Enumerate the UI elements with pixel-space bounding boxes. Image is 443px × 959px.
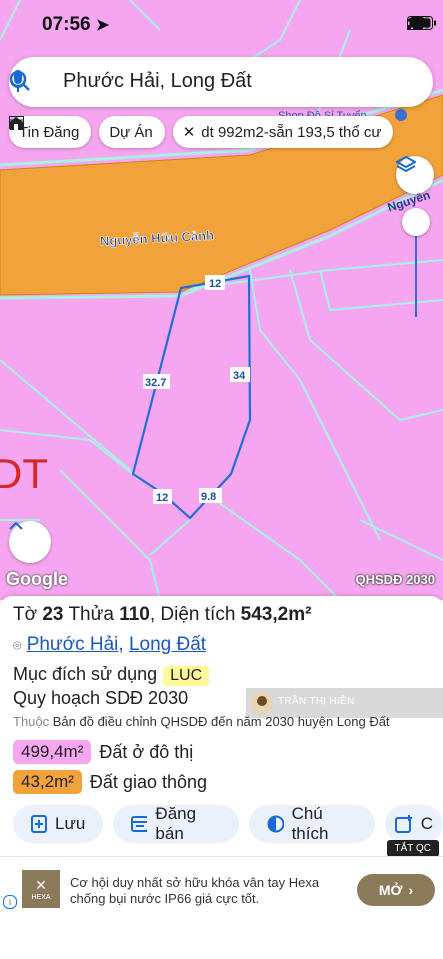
- allocation-row: 43,2m² Đất giao thông: [13, 770, 207, 794]
- ad-logo: ✕ HEXA: [22, 870, 60, 908]
- collapse-sheet-button[interactable]: [9, 521, 51, 563]
- chip-label: dt 992m2-sẵn 193,5 thổ cư: [201, 123, 382, 141]
- plan-title: Quy hoạch SDĐ 2030: [13, 688, 189, 708]
- parcel-title: Tờ 23 Thửa 110, Diện tích 543,2m²: [13, 604, 312, 625]
- save-plus-icon: [31, 815, 47, 833]
- allocation-label: Đất giao thông: [89, 771, 208, 792]
- edge-label: 12: [209, 278, 221, 290]
- building-icon: [10, 117, 23, 130]
- search-input[interactable]: Phước Hải, Long Đất: [63, 70, 252, 93]
- allocation-area: 43,2m²: [13, 770, 82, 794]
- parcel-info-sheet: Tờ 23 Thửa 110, Diện tích 543,2m² ⌾ Phướ…: [0, 596, 443, 959]
- avatar: [251, 692, 273, 714]
- edge-label: 34: [233, 370, 246, 382]
- poi-marker-icon[interactable]: [395, 109, 407, 121]
- map-view[interactable]: 12 32.7 34 12 9.8 Nguyễn Hữu Cảnh Nguyễn…: [0, 0, 443, 600]
- parcel-outline[interactable]: [131, 274, 252, 520]
- photo-plus-icon: [394, 815, 412, 833]
- battery-icon: [407, 16, 436, 30]
- allocation-area: 499,4m²: [13, 740, 92, 764]
- map-layer-label: QHSDĐ 2030: [355, 572, 435, 587]
- chip-label: Dự Án: [109, 123, 153, 141]
- filter-chips: Tin Đăng Dự Án ✕ dt 992m2-sẵn 193,5 thổ …: [9, 116, 394, 148]
- district-link[interactable]: Long Đất: [129, 634, 206, 655]
- status-time: 07:56 ➤: [42, 14, 110, 35]
- parcel-area: 543,2m²: [240, 604, 312, 625]
- layers-icon: [396, 156, 416, 173]
- plan-source: Thuộc Bản đồ điều chỉnh QHSDĐ đến năm 20…: [13, 714, 390, 729]
- ad-banner[interactable]: i ✕ HEXA Cơ hội duy nhất sở hữu khóa vân…: [0, 856, 443, 923]
- crossed-tools-icon: ✕: [182, 124, 196, 141]
- edge-label: 12: [156, 492, 168, 504]
- chevron-up-icon: [9, 521, 23, 530]
- post-sale-button[interactable]: Đăng bán: [113, 804, 240, 843]
- microphone-icon[interactable]: [9, 69, 27, 95]
- chip-du-an[interactable]: Dự Án: [10, 116, 165, 148]
- ad-text: Cơ hội duy nhất sở hữu khóa vân tay Hexa…: [70, 875, 320, 906]
- owner-name: TRẦN THỊ HIỀN: [278, 696, 355, 707]
- layers-button[interactable]: [396, 156, 434, 194]
- action-buttons: Lưu Đăng bán Chú thích C: [13, 804, 443, 843]
- parcel-edge-labels: 12 32.7 34 12 9.8: [143, 275, 250, 504]
- opacity-slider-track[interactable]: [415, 222, 417, 317]
- opacity-slider-knob[interactable]: [402, 208, 430, 236]
- chip-saved-search[interactable]: ✕ dt 992m2-sẵn 193,5 thổ cư: [172, 116, 394, 148]
- search-bar[interactable]: Phước Hải, Long Đất: [9, 57, 433, 107]
- legend-button[interactable]: Chú thích: [249, 804, 375, 843]
- chip-label: Tin Đăng: [19, 123, 80, 141]
- edge-label: 32.7: [145, 377, 166, 389]
- allocation-label: Đất ở đô thị: [99, 741, 194, 762]
- sheet-number: 23: [42, 604, 64, 625]
- half-circle-icon: [267, 815, 284, 833]
- chevron-right-icon: ›: [408, 882, 414, 898]
- status-bar: 07:56 ➤: [0, 0, 443, 52]
- photo-button[interactable]: C: [384, 805, 443, 843]
- land-use-purpose: Mục đích sử dụng LUC: [13, 664, 210, 686]
- ad-info-icon[interactable]: i: [3, 895, 17, 909]
- parcel-location: ⌾ Phước Hải, Long Đất: [13, 634, 207, 655]
- ward-link[interactable]: Phước Hải: [27, 634, 119, 655]
- close-ad-button[interactable]: TẮT QC: [386, 840, 439, 857]
- location-pin-icon: ⌾: [13, 637, 22, 653]
- edge-label: 9.8: [201, 491, 216, 503]
- list-card-icon: [131, 816, 148, 832]
- lot-number: 110: [119, 604, 150, 625]
- purpose-code-badge: LUC: [163, 666, 210, 686]
- zone-label: DT: [0, 450, 48, 497]
- save-button[interactable]: Lưu: [13, 805, 104, 843]
- google-logo: Google: [6, 569, 68, 589]
- allocation-row: 499,4m² Đất ở đô thị: [13, 740, 193, 764]
- ad-open-button[interactable]: MỞ ›: [357, 874, 435, 906]
